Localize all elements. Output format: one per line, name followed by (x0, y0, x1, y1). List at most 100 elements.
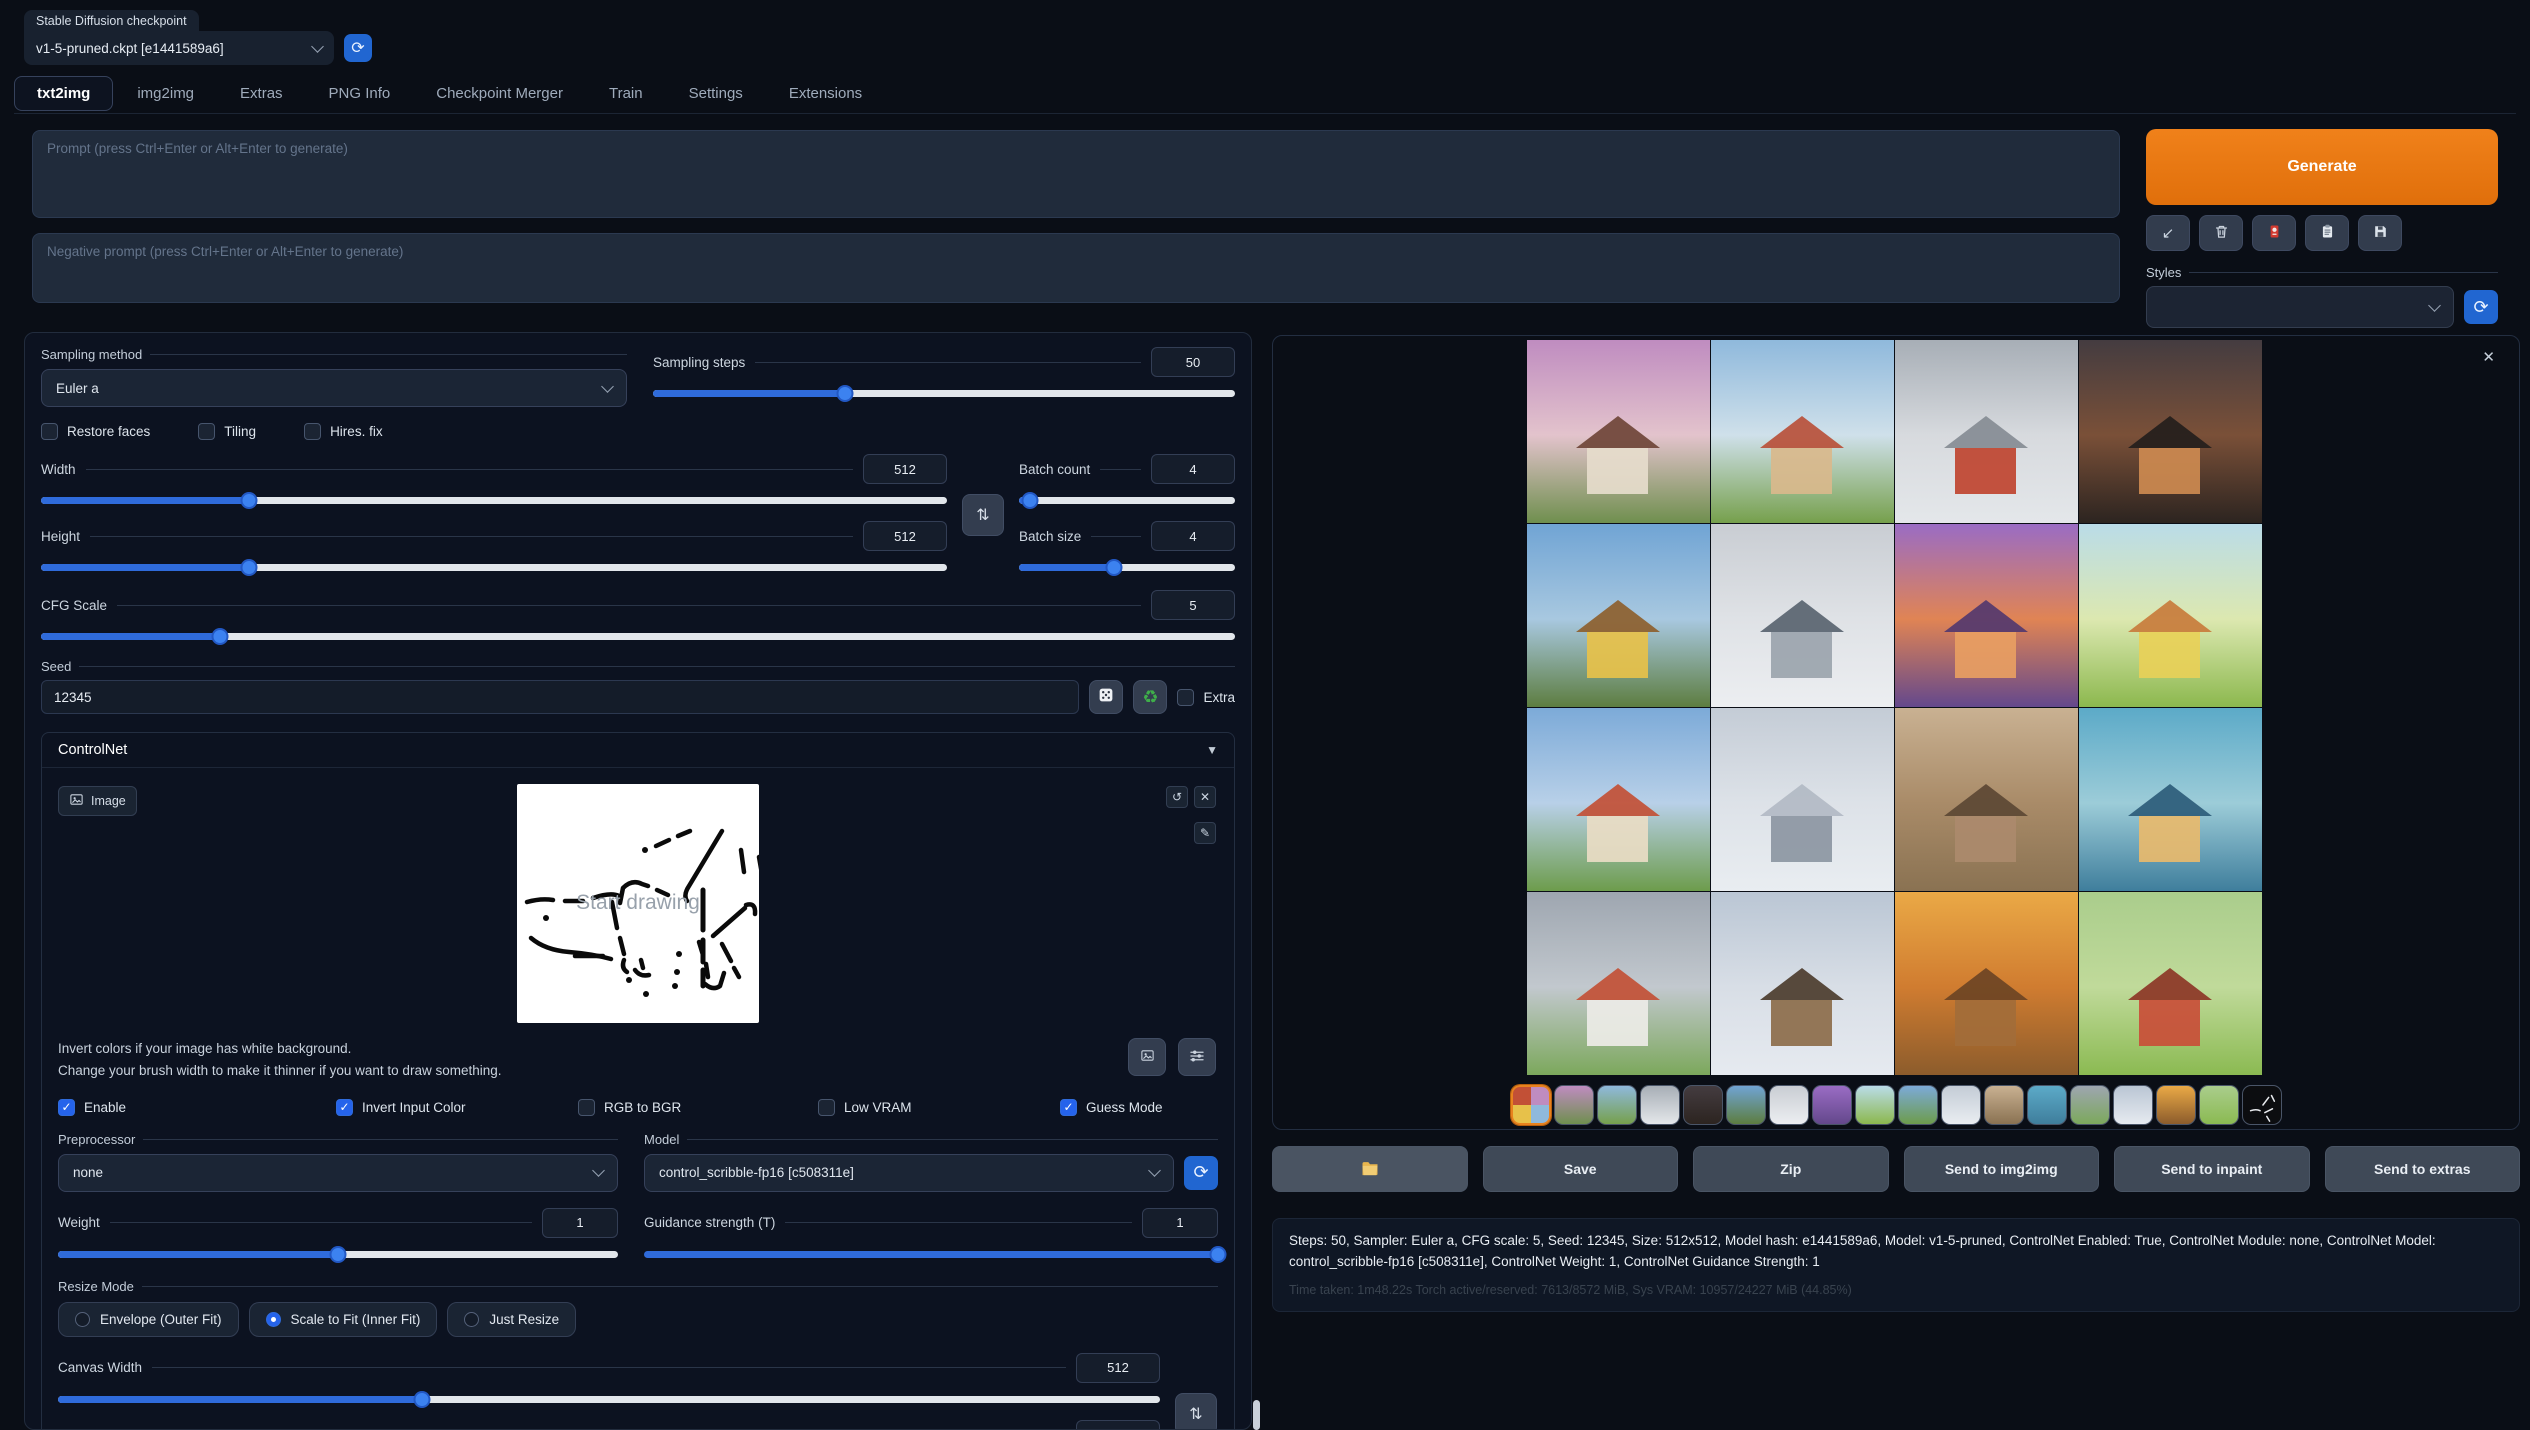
thumbnail-image[interactable] (2199, 1085, 2239, 1125)
tab-train[interactable]: Train (587, 77, 665, 110)
tab-extras[interactable]: Extras (218, 77, 305, 110)
gallery-image[interactable] (2079, 708, 2262, 891)
gallery-image[interactable] (1895, 340, 2078, 523)
gallery-image[interactable] (1527, 340, 1710, 523)
weight-value[interactable]: 1 (542, 1208, 618, 1238)
checkbox-invert-input-color[interactable]: ✓Invert Input Color (336, 1099, 578, 1116)
thumbnail-image[interactable] (1683, 1085, 1723, 1125)
thumbnail-image[interactable] (1640, 1085, 1680, 1125)
checkpoint-dropdown[interactable]: v1-5-pruned.ckpt [e1441589a6] (24, 31, 334, 65)
brush-settings-button[interactable] (1178, 1038, 1216, 1076)
scribble-canvas[interactable]: Start drawing (517, 784, 759, 1023)
thumbnail-image[interactable] (1812, 1085, 1852, 1125)
model-dropdown[interactable]: control_scribble-fp16 [c508311e] (644, 1154, 1174, 1192)
tab-extensions[interactable]: Extensions (767, 77, 884, 110)
batch-size-slider[interactable] (1019, 558, 1235, 576)
sampling-steps-value[interactable]: 50 (1151, 347, 1235, 377)
gallery-image[interactable] (1895, 892, 2078, 1075)
gallery-image[interactable] (1711, 340, 1894, 523)
styles-dropdown[interactable] (2146, 286, 2454, 328)
tab-settings[interactable]: Settings (667, 77, 765, 110)
cfg-scale-slider[interactable] (41, 627, 1235, 645)
zip-button[interactable]: Zip (1693, 1146, 1889, 1192)
styles-refresh-button[interactable]: ⟳ (2464, 290, 2498, 324)
sampling-method-dropdown[interactable]: Euler a (41, 369, 627, 407)
batch-count-slider[interactable] (1019, 491, 1235, 509)
thumbnail-image[interactable] (1597, 1085, 1637, 1125)
thumbnail-grid-preview[interactable] (1511, 1085, 1551, 1125)
cfg-scale-value[interactable]: 5 (1151, 590, 1235, 620)
random-seed-button[interactable] (1089, 680, 1123, 714)
extra-seed-checkbox[interactable]: ✓Extra (1177, 689, 1235, 706)
save-style-button[interactable] (2358, 215, 2402, 251)
thumbnail-scribble-map[interactable] (2242, 1085, 2282, 1125)
prompt-input[interactable] (47, 141, 2105, 207)
tab-png-info[interactable]: PNG Info (307, 77, 413, 110)
send-arrow-button[interactable]: ↙ (2146, 215, 2190, 251)
gallery-image[interactable] (1527, 708, 1710, 891)
gallery-image[interactable] (1527, 524, 1710, 707)
height-value[interactable]: 512 (863, 521, 947, 551)
checkbox-tiling[interactable]: ✓Tiling (198, 423, 256, 440)
thumbnail-image[interactable] (1554, 1085, 1594, 1125)
resize-option-just-resize[interactable]: Just Resize (447, 1302, 576, 1337)
gallery-image[interactable] (1711, 708, 1894, 891)
close-gallery-icon[interactable]: ✕ (2482, 348, 2495, 366)
tab-checkpoint-merger[interactable]: Checkpoint Merger (414, 77, 585, 110)
preprocessor-dropdown[interactable]: none (58, 1154, 618, 1192)
apply-styles-button[interactable] (2305, 215, 2349, 251)
open-images-folder-button[interactable] (1272, 1146, 1468, 1192)
gallery-image[interactable] (1711, 892, 1894, 1075)
gallery-image[interactable] (2079, 524, 2262, 707)
checkbox-rgb-to-bgr[interactable]: ✓RGB to BGR (578, 1099, 818, 1116)
send-to-inpaint-button[interactable]: Send to inpaint (2114, 1146, 2310, 1192)
thumbnail-image[interactable] (1769, 1085, 1809, 1125)
width-slider[interactable] (41, 491, 947, 509)
clear-image-button[interactable]: ✕ (1194, 786, 1216, 808)
canvas-width-slider[interactable] (58, 1390, 1160, 1408)
seed-input[interactable] (41, 680, 1079, 714)
tab-img2img[interactable]: img2img (115, 77, 216, 110)
checkpoint-refresh-button[interactable]: ⟳ (344, 34, 372, 62)
thumbnail-image[interactable] (2070, 1085, 2110, 1125)
gallery-image[interactable] (1711, 524, 1894, 707)
brush-button[interactable]: ✎ (1194, 822, 1216, 844)
scrollbar-thumb[interactable] (1253, 1400, 1260, 1430)
generate-button[interactable]: Generate (2146, 129, 2498, 205)
thumbnail-image[interactable] (2156, 1085, 2196, 1125)
negative-prompt-input[interactable] (47, 244, 2105, 292)
guidance-strength-value[interactable]: 1 (1142, 1208, 1218, 1238)
send-to-img2img-button[interactable]: Send to img2img (1904, 1146, 2100, 1192)
save-button[interactable]: Save (1483, 1146, 1679, 1192)
swap-canvas-dims-button[interactable]: ⇅ (1175, 1393, 1217, 1430)
resize-option-envelope-outer-fit[interactable]: Envelope (Outer Fit) (58, 1302, 239, 1337)
checkbox-guess-mode[interactable]: ✓Guess Mode (1060, 1099, 1218, 1116)
batch-size-value[interactable]: 4 (1151, 521, 1235, 551)
reuse-seed-button[interactable]: ♻ (1133, 680, 1167, 714)
resize-option-scale-to-fit-inner-fit[interactable]: Scale to Fit (Inner Fit) (249, 1302, 438, 1337)
thumbnail-image[interactable] (1941, 1085, 1981, 1125)
thumbnail-image[interactable] (2113, 1085, 2153, 1125)
batch-count-value[interactable]: 4 (1151, 454, 1235, 484)
checkbox-hires-fix[interactable]: ✓Hires. fix (304, 423, 383, 440)
upload-image-button[interactable] (1128, 1038, 1166, 1076)
checkbox-low-vram[interactable]: ✓Low VRAM (818, 1099, 1060, 1116)
gallery-image[interactable] (2079, 892, 2262, 1075)
gallery-image[interactable] (1895, 708, 2078, 891)
checkbox-restore-faces[interactable]: ✓Restore faces (41, 423, 150, 440)
width-value[interactable]: 512 (863, 454, 947, 484)
checkbox-enable[interactable]: ✓Enable (58, 1099, 336, 1116)
gallery-image[interactable] (1895, 524, 2078, 707)
gallery-image[interactable] (1527, 892, 1710, 1075)
thumbnail-image[interactable] (1726, 1085, 1766, 1125)
send-to-extras-button[interactable]: Send to extras (2325, 1146, 2521, 1192)
thumbnail-image[interactable] (2027, 1085, 2067, 1125)
trash-button[interactable] (2199, 215, 2243, 251)
sampling-steps-slider[interactable] (653, 384, 1235, 402)
controlnet-image-tab[interactable]: Image (58, 786, 137, 816)
canvas-width-value[interactable]: 512 (1076, 1353, 1160, 1383)
weight-slider[interactable] (58, 1245, 618, 1263)
swap-width-height-button[interactable]: ⇅ (962, 494, 1004, 536)
tab-txt2img[interactable]: txt2img (14, 76, 113, 111)
height-slider[interactable] (41, 558, 947, 576)
